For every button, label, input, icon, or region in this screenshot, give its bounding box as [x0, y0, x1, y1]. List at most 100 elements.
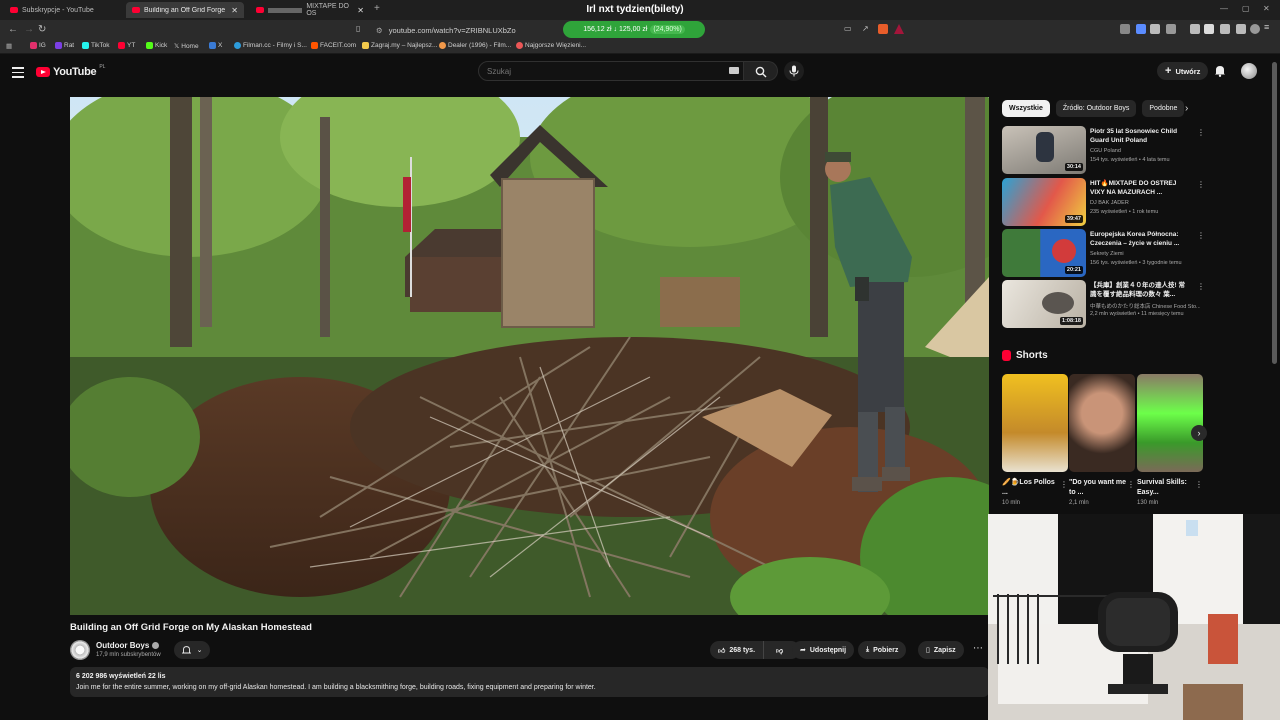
bookmark-ig[interactable]: IG — [30, 42, 46, 49]
music-icon[interactable] — [1190, 24, 1200, 34]
recommendation-item[interactable]: 1:08:18 【兵庫】創業４０年の達人技! 常識を覆す絶品料理の数々 葉...… — [1002, 280, 1205, 328]
cast-icon[interactable]: ▭ — [844, 24, 852, 33]
extension-icon[interactable] — [1150, 24, 1160, 34]
page-scrollbar[interactable] — [1272, 62, 1277, 364]
short-thumbnail — [1137, 374, 1203, 472]
bookmark-filman[interactable]: Filman.cc - Filmy i S... — [234, 42, 307, 49]
kick-icon — [146, 42, 153, 49]
brave-shield-icon[interactable] — [878, 24, 888, 34]
share-button[interactable]: ➦ Udostępnij — [792, 641, 855, 659]
shorts-next-button[interactable]: › — [1191, 425, 1207, 441]
x-icon: 𝕏 — [174, 43, 180, 50]
save-button[interactable]: ▯ Zapisz — [918, 641, 964, 659]
reload-icon[interactable]: ↻ — [38, 24, 46, 35]
dislike-button[interactable]: 👎︎ — [768, 646, 791, 655]
video-player[interactable] — [70, 97, 989, 615]
vpn-icon[interactable] — [1250, 24, 1260, 34]
bookmark-icon[interactable]: ▯ — [356, 24, 360, 33]
forward-icon[interactable]: → — [24, 24, 34, 35]
menu-icon[interactable]: ≡ — [1264, 22, 1274, 32]
search-box — [478, 61, 744, 81]
close-window-icon[interactable]: ✕ — [1263, 4, 1270, 13]
recommendation-item[interactable]: 20:21 Europejska Korea Północna: Czeczen… — [1002, 229, 1205, 277]
youtube-icon — [516, 42, 523, 49]
short-item[interactable]: 🥖🍺Los Pollos ... 10 mln ⋮ — [1002, 374, 1068, 506]
more-actions-icon[interactable]: ⋯ — [973, 643, 983, 654]
bookmark-tiktok[interactable]: TikTok — [82, 42, 110, 49]
maximize-icon[interactable]: ▢ — [1242, 4, 1250, 13]
minimize-icon[interactable]: — — [1220, 4, 1228, 13]
more-options-icon[interactable]: ⋮ — [1197, 128, 1205, 137]
bookmarks-bar: ▦ IG Rat TikTok YT Kick 𝕏 Home X Filman.c… — [0, 40, 1280, 54]
notifications-bell-icon[interactable] — [1214, 64, 1226, 77]
tab-current-video[interactable]: Building an Off Grid Forge o ✕ — [126, 2, 244, 18]
more-options-icon[interactable]: ⋮ — [1197, 282, 1205, 291]
thumbs-up-icon: 👍︎ — [718, 647, 726, 655]
sidebar-icon[interactable] — [1204, 24, 1214, 34]
youtube-icon — [118, 42, 125, 49]
bookmark-zagraj[interactable]: Zagraj.my – Najlepsz... — [362, 42, 437, 49]
extension-icon[interactable] — [1166, 24, 1176, 34]
chevron-right-icon[interactable]: › — [1185, 103, 1188, 114]
short-item[interactable]: "Do you want me to ... 2,1 mln ⋮ — [1069, 374, 1135, 506]
back-icon[interactable]: ← — [8, 24, 18, 35]
search-input[interactable] — [479, 62, 709, 80]
leo-icon[interactable] — [1236, 24, 1246, 34]
chip-all[interactable]: Wszystkie — [1002, 100, 1050, 117]
recommendation-item[interactable]: 30:14 Piotr 35 lat Sosnowiec Child Guard… — [1002, 126, 1205, 174]
apps-grid-icon[interactable]: ▦ — [6, 42, 12, 50]
more-options-icon[interactable]: ⋮ — [1197, 231, 1205, 240]
youtube-favicon-icon — [256, 7, 264, 13]
description-box[interactable]: 6 202 986 wyświetleń 22 lis Join me for … — [70, 667, 989, 697]
create-button[interactable]: + Utwórz — [1157, 62, 1209, 80]
extension-icon[interactable] — [1120, 24, 1130, 34]
bookmark-rat[interactable]: Rat — [55, 42, 74, 49]
bookmark-x[interactable]: X — [209, 42, 222, 49]
like-button[interactable]: 👍︎ 268 tys. — [710, 641, 765, 659]
share-icon[interactable]: ↗ — [862, 24, 869, 33]
bookmark-dealer[interactable]: Dealer (1996) - Film... — [439, 42, 511, 49]
more-options-icon[interactable]: ⋮ — [1195, 480, 1203, 489]
webcam-overlay — [988, 514, 1280, 720]
search-button[interactable] — [744, 61, 778, 81]
close-tab-icon[interactable]: ✕ — [357, 6, 364, 15]
site-info-icon[interactable]: ⚙ — [376, 26, 383, 35]
share-arrow-icon: ➦ — [800, 647, 806, 654]
subscriber-count: 17,9 mln subskrybentów — [96, 652, 161, 658]
bookmark-home[interactable]: 𝕏 Home — [174, 42, 199, 51]
recommendation-item[interactable]: 39:47 HIT🔥MIXTAPE DO OSTREJ VIXY NA MAZU… — [1002, 178, 1205, 226]
tab-mixtape[interactable]: MIXTAPE DO OS ✕ — [250, 2, 370, 18]
tab-subscriptions[interactable]: Subskrypcje - YouTube — [4, 2, 124, 18]
mic-icon — [789, 65, 799, 77]
price-tracker-widget[interactable]: 156,12 zł ↓ 125,00 zł (24,90%) — [563, 21, 705, 38]
youtube-logo[interactable]: YouTube PL — [36, 64, 105, 78]
new-tab-icon[interactable]: + — [374, 3, 380, 14]
chip-source-channel[interactable]: Źródło: Outdoor Boys — [1055, 100, 1137, 117]
bookmark-kick[interactable]: Kick — [146, 42, 167, 49]
download-button[interactable]: ⤓ Pobierz — [858, 641, 907, 659]
bookmark-yt[interactable]: YT — [118, 42, 135, 49]
channel-name[interactable]: Outdoor Boys — [96, 641, 160, 650]
close-tab-icon[interactable]: ✕ — [231, 6, 238, 15]
zagraj-icon — [362, 42, 369, 49]
bookmark-wiezienia[interactable]: Najgorsze Więzieni... — [516, 42, 586, 49]
wallet-icon[interactable] — [1220, 24, 1230, 34]
more-options-icon[interactable]: ⋮ — [1197, 180, 1205, 189]
account-avatar[interactable] — [1241, 63, 1257, 79]
more-options-icon[interactable]: ⋮ — [1060, 480, 1068, 489]
k-icon — [209, 42, 216, 49]
bookmark-faceit[interactable]: FACEIT.com — [311, 42, 356, 49]
subscription-bell-button[interactable]: ⌄ — [174, 641, 210, 659]
voice-search-button[interactable] — [784, 61, 804, 81]
menu-hamburger-icon[interactable] — [12, 67, 24, 81]
video-thumbnail: 20:21 — [1002, 229, 1086, 277]
video-frame — [70, 97, 989, 615]
youtube-favicon-icon — [10, 7, 18, 13]
channel-avatar[interactable] — [70, 640, 90, 660]
dealer-icon — [439, 42, 446, 49]
keyboard-icon[interactable] — [729, 67, 739, 74]
chip-related[interactable]: Podobne — [1142, 100, 1185, 117]
more-options-icon[interactable]: ⋮ — [1127, 480, 1135, 489]
short-item[interactable]: Survival Skills: Easy... 130 mln ⋮ — [1137, 374, 1203, 506]
extension-icon[interactable] — [1136, 24, 1146, 34]
